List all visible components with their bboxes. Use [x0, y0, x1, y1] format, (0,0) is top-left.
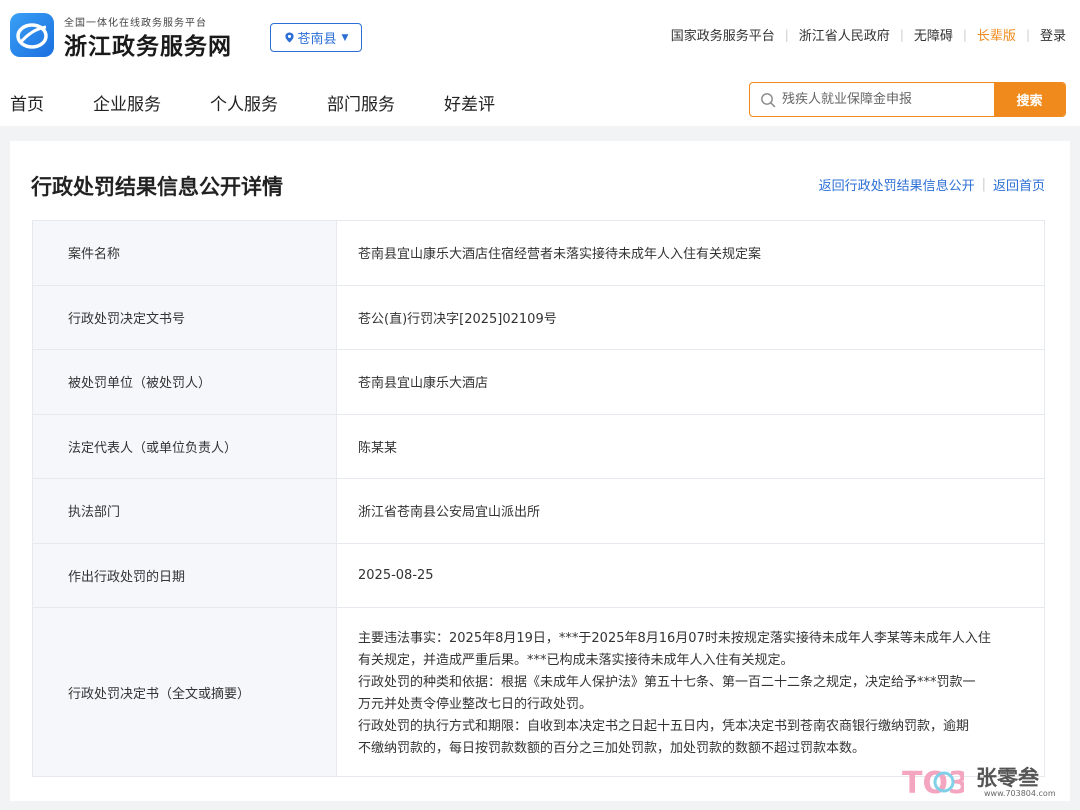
field-label: 案件名称 — [32, 221, 336, 285]
table-row: 案件名称 苍南县宜山康乐大酒店住宿经营者未落实接待未成年人入住有关规定案 — [32, 221, 1045, 286]
field-value: 陈某某 — [336, 414, 1045, 478]
field-value: 浙江省苍南县公安局宜山派出所 — [336, 479, 1045, 543]
site-header: 全国一体化在线政务服务平台 浙江政务服务网 苍南县 ▼ 国家政务服务平台 | 浙… — [0, 0, 1080, 126]
decision-line: 万元并处责令停业整改七日的行政处罚。 — [358, 697, 593, 712]
region-selector[interactable]: 苍南县 ▼ — [270, 23, 362, 52]
search-input[interactable] — [782, 83, 992, 116]
link-login[interactable]: 登录 — [1040, 25, 1066, 44]
decision-line: 主要违法事实：2025年8月19日，***于2025年8月16月07时未按规定落… — [358, 631, 991, 646]
search-bar: 搜索 — [749, 82, 1066, 117]
watermark-logo-icon: TO3 — [902, 766, 964, 800]
field-value: 苍南县宜山康乐大酒店 — [336, 350, 1045, 414]
field-value: 苍公(直)行罚决字[2025]02109号 — [336, 285, 1045, 349]
table-row: 被处罚单位（被处罚人） 苍南县宜山康乐大酒店 — [32, 350, 1045, 415]
region-label: 苍南县 — [297, 32, 337, 47]
field-label: 作出行政处罚的日期 — [32, 543, 336, 607]
field-label: 行政处罚决定书（全文或摘要） — [32, 608, 336, 776]
detail-table: 案件名称 苍南县宜山康乐大酒店住宿经营者未落实接待未成年人入住有关规定案 行政处… — [32, 220, 1045, 777]
divider: | — [784, 27, 789, 42]
field-label: 法定代表人（或单位负责人） — [32, 414, 336, 478]
nav-evaluation[interactable]: 好差评 — [444, 90, 495, 115]
search-button[interactable]: 搜索 — [994, 83, 1065, 116]
divider: | — [899, 27, 904, 42]
location-pin-icon — [284, 32, 294, 43]
back-to-home-link[interactable]: 返回首页 — [993, 175, 1045, 194]
link-zhejiang-government[interactable]: 浙江省人民政府 — [799, 25, 890, 44]
table-row: 执法部门 浙江省苍南县公安局宜山派出所 — [32, 479, 1045, 544]
decision-line: 有关规定，并造成严重后果。***已构成未落实接待未成年人入住有关规定。 — [358, 653, 794, 668]
detail-panel: 行政处罚结果信息公开详情 返回行政处罚结果信息公开 | 返回首页 案件名称 苍南… — [10, 141, 1070, 801]
page-title: 行政处罚结果信息公开详情 — [31, 175, 283, 199]
top-links: 国家政务服务平台 | 浙江省人民政府 | 无障碍 | 长辈版 | 登录 — [671, 25, 1066, 45]
table-row: 作出行政处罚的日期 2025-08-25 — [32, 543, 1045, 608]
field-value: 苍南县宜山康乐大酒店住宿经营者未落实接待未成年人入住有关规定案 — [336, 221, 1045, 285]
nav-personal-services[interactable]: 个人服务 — [210, 90, 278, 115]
nav-home[interactable]: 首页 — [10, 90, 44, 115]
main-nav: 首页 企业服务 个人服务 部门服务 好差评 — [10, 90, 544, 115]
divider: | — [962, 27, 967, 42]
watermark-name: 张零叁 — [976, 766, 1039, 790]
decision-line: 行政处罚的执行方式和期限：自收到本决定书之日起十五日内，凭本决定书到苍南农商银行… — [358, 719, 970, 734]
search-icon — [761, 93, 776, 108]
back-to-list-link[interactable]: 返回行政处罚结果信息公开 — [819, 175, 975, 194]
decision-line: 行政处罚的种类和依据：根据《未成年人保护法》第五十七条、第一百二十二条之规定，决… — [358, 675, 976, 690]
divider: | — [1025, 27, 1030, 42]
panel-links: 返回行政处罚结果信息公开 | 返回首页 — [819, 175, 1045, 194]
caret-down-icon: ▼ — [341, 32, 349, 43]
table-row: 行政处罚决定文书号 苍公(直)行罚决字[2025]02109号 — [32, 285, 1045, 350]
watermark-url: www.703804.com — [984, 789, 1056, 798]
table-row: 法定代表人（或单位负责人） 陈某某 — [32, 414, 1045, 479]
field-label: 被处罚单位（被处罚人） — [32, 350, 336, 414]
decision-line: 不缴纳罚款的，每日按罚款数额的百分之三加处罚款，加处罚款的数额不超过罚款本数。 — [358, 741, 866, 756]
watermark: TO3 张零叁 www.703804.com — [902, 760, 1072, 802]
link-accessibility[interactable]: 无障碍 — [914, 25, 953, 44]
field-label: 执法部门 — [32, 479, 336, 543]
nav-department-services[interactable]: 部门服务 — [327, 90, 395, 115]
decision-text: 主要违法事实：2025年8月19日，***于2025年8月16月07时未按规定落… — [336, 608, 1045, 776]
logo-title[interactable]: 浙江政务服务网 — [64, 27, 232, 61]
divider: | — [981, 177, 986, 192]
table-row: 行政处罚决定书（全文或摘要） 主要违法事实：2025年8月19日，***于202… — [32, 608, 1045, 777]
nav-enterprise-services[interactable]: 企业服务 — [93, 90, 161, 115]
link-elder-version[interactable]: 长辈版 — [977, 25, 1016, 44]
watermark-mark-text: TO3 — [902, 766, 964, 800]
site-logo-icon[interactable] — [10, 13, 54, 57]
field-value: 2025-08-25 — [336, 543, 1045, 607]
link-national-platform[interactable]: 国家政务服务平台 — [671, 25, 775, 44]
field-label: 行政处罚决定文书号 — [32, 285, 336, 349]
